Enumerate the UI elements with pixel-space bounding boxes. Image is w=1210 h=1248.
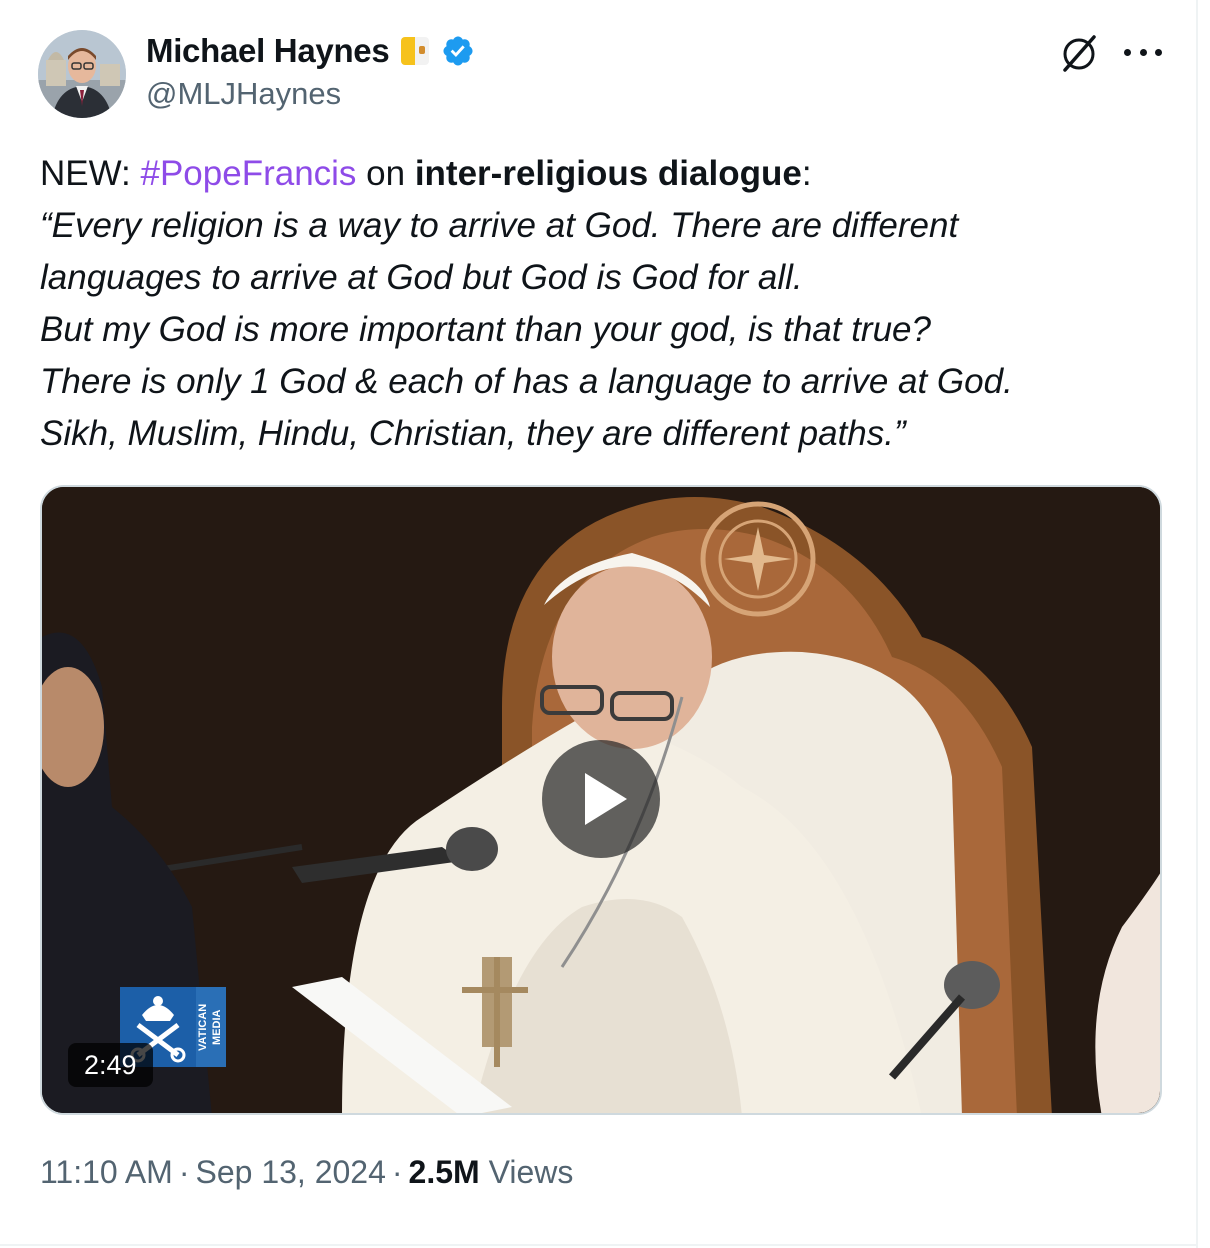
bottom-divider <box>0 1244 1198 1246</box>
play-button[interactable] <box>542 740 660 858</box>
tweet-prefix: NEW: <box>40 154 141 193</box>
video-duration: 2:49 <box>68 1043 153 1087</box>
quote-line: languages to arrive at God but God is Go… <box>40 258 803 297</box>
author-handle[interactable]: @MLJHaynes <box>146 76 341 112</box>
vatican-media-text: VATICAN MEDIA <box>196 987 226 1067</box>
vatican-flag-icon <box>401 37 430 65</box>
video-player[interactable]: VATICAN MEDIA 2:49 <box>40 485 1162 1115</box>
tweet-headline: NEW: #PopeFrancis on inter-religious dia… <box>40 148 1170 200</box>
play-icon <box>585 773 627 825</box>
hashtag-link[interactable]: #PopeFrancis <box>140 154 356 193</box>
author-avatar[interactable] <box>38 30 126 118</box>
meta-separator: · <box>178 1154 190 1190</box>
quote-line: But my God is more important than your g… <box>40 310 931 349</box>
quote-line: There is only 1 God & each of has a lang… <box>40 362 1013 401</box>
tweet-date[interactable]: Sep 13, 2024 <box>195 1154 385 1190</box>
views-count: 2.5M <box>408 1154 480 1190</box>
tweet-meta: 11:10 AM · Sep 13, 2024 · 2.5M Views <box>40 1154 573 1191</box>
tweet-time[interactable]: 11:10 AM <box>40 1154 173 1190</box>
quote-line: “Every religion is a way to arrive at Go… <box>40 206 959 245</box>
tweet-text: NEW: #PopeFrancis on inter-religious dia… <box>40 148 1170 460</box>
tweet-colon: : <box>801 154 812 193</box>
quote-line: Sikh, Muslim, Hindu, Christian, they are… <box>40 414 906 453</box>
author-display-name[interactable]: Michael Haynes <box>146 32 390 70</box>
more-options-icon[interactable] <box>1124 40 1162 64</box>
author-name-row: Michael Haynes <box>146 30 475 72</box>
views-label: Views <box>488 1154 574 1190</box>
tweet-topic: inter-religious dialogue <box>414 154 802 193</box>
tweet-on-word: on <box>356 154 415 193</box>
tweet-card: Michael Haynes @MLJHaynes NEW: #PopeFran… <box>0 0 1198 1248</box>
meta-separator: · <box>391 1154 403 1190</box>
grok-icon[interactable] <box>1058 32 1100 74</box>
verified-badge-icon[interactable] <box>441 34 475 68</box>
tweet-quote: “Every religion is a way to arrive at Go… <box>40 200 1170 460</box>
